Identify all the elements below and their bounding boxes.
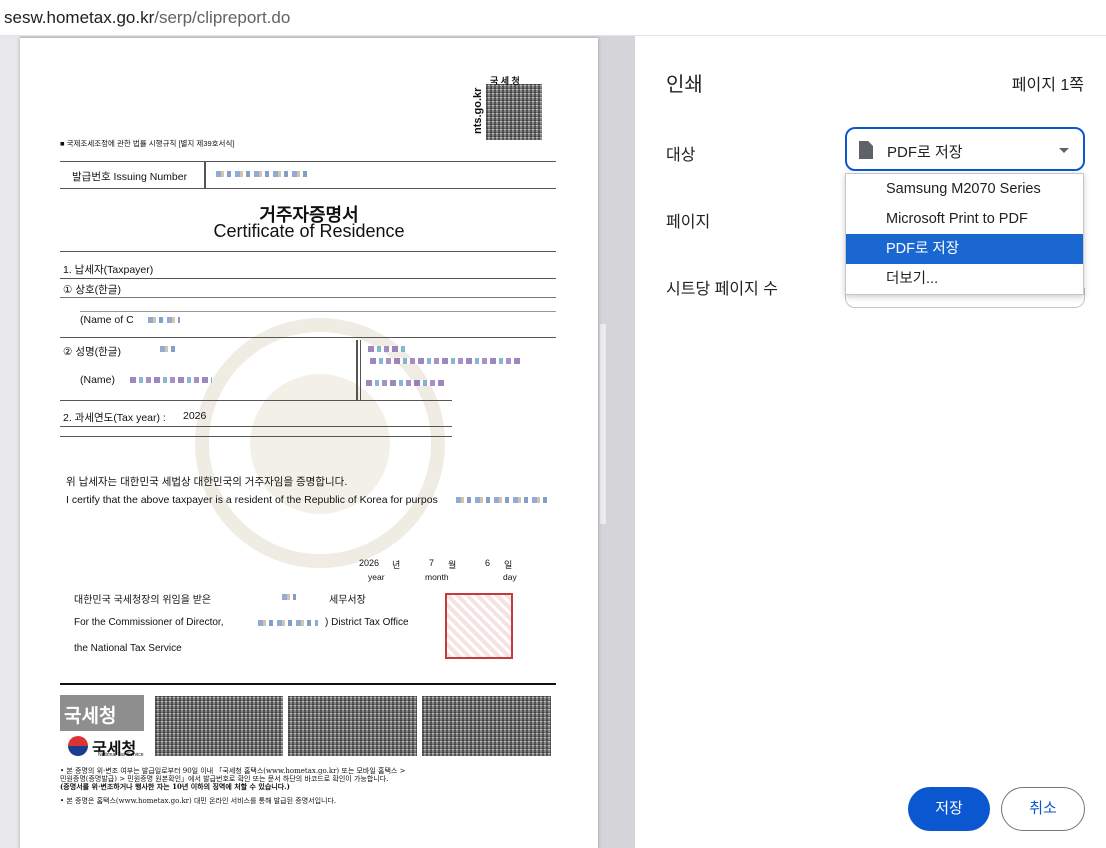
header-qr-code (486, 84, 542, 140)
redacted-address (370, 358, 520, 364)
destination-label: 대상 (666, 147, 696, 164)
barcode (155, 696, 283, 756)
company-korean-label: ① 상호(한글) (63, 284, 121, 296)
divider (60, 251, 556, 252)
redacted-office-english (258, 620, 318, 626)
form-reference: ■ 국제조세조정에 관한 법률 시행규칙 [별지 제39호서식] (60, 139, 235, 148)
redacted-company-name (148, 317, 180, 323)
certification-english: I certify that the above taxpayer is a r… (66, 494, 438, 506)
divider (360, 340, 361, 400)
office-suffix-korean: 세무서장 (329, 595, 366, 606)
footer-note: (증명서를 위·변조하거나 행사한 자는 10년 이하의 징역에 처할 수 있습… (60, 782, 290, 791)
dialog-title: 인쇄 (666, 74, 703, 96)
issue-day-unit: 일 (504, 560, 513, 570)
document-page: 국 세 청 nts.go.kr ■ 국제조세조정에 관한 법률 시행규칙 [별지… (20, 38, 598, 848)
cancel-button[interactable]: 취소 (1001, 787, 1085, 831)
site-domain: nts.go.kr (472, 87, 484, 134)
menu-item-samsung-m2070[interactable]: Samsung M2070 Series (846, 174, 1083, 204)
redacted-address (366, 380, 446, 386)
issue-day-label: day (503, 572, 517, 582)
district-office-english: ) District Tax Office (325, 617, 409, 628)
menu-item-save-as-pdf[interactable]: PDF로 저장 (846, 234, 1083, 264)
logo-box-text: 국세청 (64, 706, 117, 727)
chevron-down-icon (1059, 148, 1069, 153)
url-path: /serp/clipreport.do (154, 8, 291, 27)
document-icon (859, 141, 873, 159)
issue-month-unit: 월 (448, 560, 457, 570)
issuing-number-label: 발급번호 Issuing Number (72, 171, 188, 183)
redacted-purpose (456, 497, 548, 503)
nts-emblem-icon (68, 736, 88, 756)
issue-year-unit: 년 (392, 560, 401, 570)
divider (60, 683, 556, 685)
issue-day: 6 (485, 558, 491, 568)
url-text[interactable]: sesw.hometax.go.kr/serp/clipreport.do (4, 8, 290, 28)
redacted-person-name-english (130, 377, 212, 383)
redacted-address (368, 346, 408, 352)
divider (204, 162, 206, 188)
divider (60, 278, 556, 279)
divider (60, 400, 452, 401)
print-preview[interactable]: 국 세 청 nts.go.kr ■ 국제조세조정에 관한 법률 시행규칙 [별지… (0, 36, 635, 848)
person-korean-label: ② 성명(한글) (63, 346, 121, 358)
divider (60, 297, 556, 298)
divider (60, 188, 556, 189)
issue-year: 2026 (359, 558, 380, 568)
tax-year-label: 2. 과세연도(Tax year) : (63, 412, 166, 424)
footer-note: • 본 증명은 홈택스(www.hometax.go.kr) 대민 온라인 서비… (60, 797, 337, 805)
destination-value: PDF로 저장 (887, 144, 963, 161)
url-host: sesw.hometax.go.kr (4, 8, 155, 27)
delegation-korean: 대한민국 국세청장의 위임을 받은 (74, 595, 212, 606)
nts-english: the National Tax Service (74, 643, 182, 654)
certification-korean: 위 납세자는 대한민국 세법상 대한민국의 거주자임을 증명합니다. (66, 476, 348, 488)
issue-year-label: year (368, 572, 385, 582)
barcode (288, 696, 417, 756)
preview-scrollbar[interactable] (600, 324, 606, 524)
watermark-emblem (250, 374, 390, 514)
nts-logo-box: 국세청 (60, 695, 144, 731)
redacted-person-name (160, 346, 176, 352)
menu-item-more[interactable]: 더보기... (846, 264, 1083, 294)
commissioner-english: For the Commissioner of Director, (74, 617, 224, 628)
nts-logo-subtitle: National Tax Service (98, 752, 144, 758)
divider (80, 311, 556, 312)
divider (60, 426, 452, 427)
redacted-issuing-number (216, 171, 308, 177)
divider (60, 436, 452, 437)
pages-per-sheet-label: 시트당 페이지 수 (666, 281, 778, 298)
agency-name: 국 세 청 (490, 76, 520, 86)
redacted-office-korean (282, 594, 296, 600)
save-button[interactable]: 저장 (908, 787, 990, 831)
divider (60, 161, 556, 162)
taxpayer-label: 1. 납세자(Taxpayer) (63, 264, 154, 276)
official-seal (445, 593, 513, 659)
divider (60, 337, 556, 338)
document-title-english: Certificate of Residence (213, 221, 405, 241)
page-count: 페이지 1쪽 (1011, 77, 1084, 94)
person-english-label: (Name) (80, 374, 116, 386)
preview-margin (0, 36, 20, 848)
menu-item-microsoft-print-to-pdf[interactable]: Microsoft Print to PDF (846, 204, 1083, 234)
address-bar[interactable]: sesw.hometax.go.kr/serp/clipreport.do (0, 0, 1106, 36)
barcode (422, 696, 551, 756)
issue-month: 7 (429, 558, 435, 568)
destination-select[interactable]: PDF로 저장 (845, 127, 1085, 171)
issue-month-label: month (425, 572, 449, 582)
pages-label: 페이지 (666, 214, 711, 231)
print-dialog: 인쇄 페이지 1쪽 대상 페이지 시트당 페이지 수 PDF로 저장 Samsu… (635, 36, 1106, 848)
company-english-label: (Name of C (80, 314, 134, 326)
tax-year-value: 2026 (183, 410, 207, 422)
divider (356, 340, 358, 400)
destination-dropdown-menu: Samsung M2070 Series Microsoft Print to … (845, 173, 1084, 295)
